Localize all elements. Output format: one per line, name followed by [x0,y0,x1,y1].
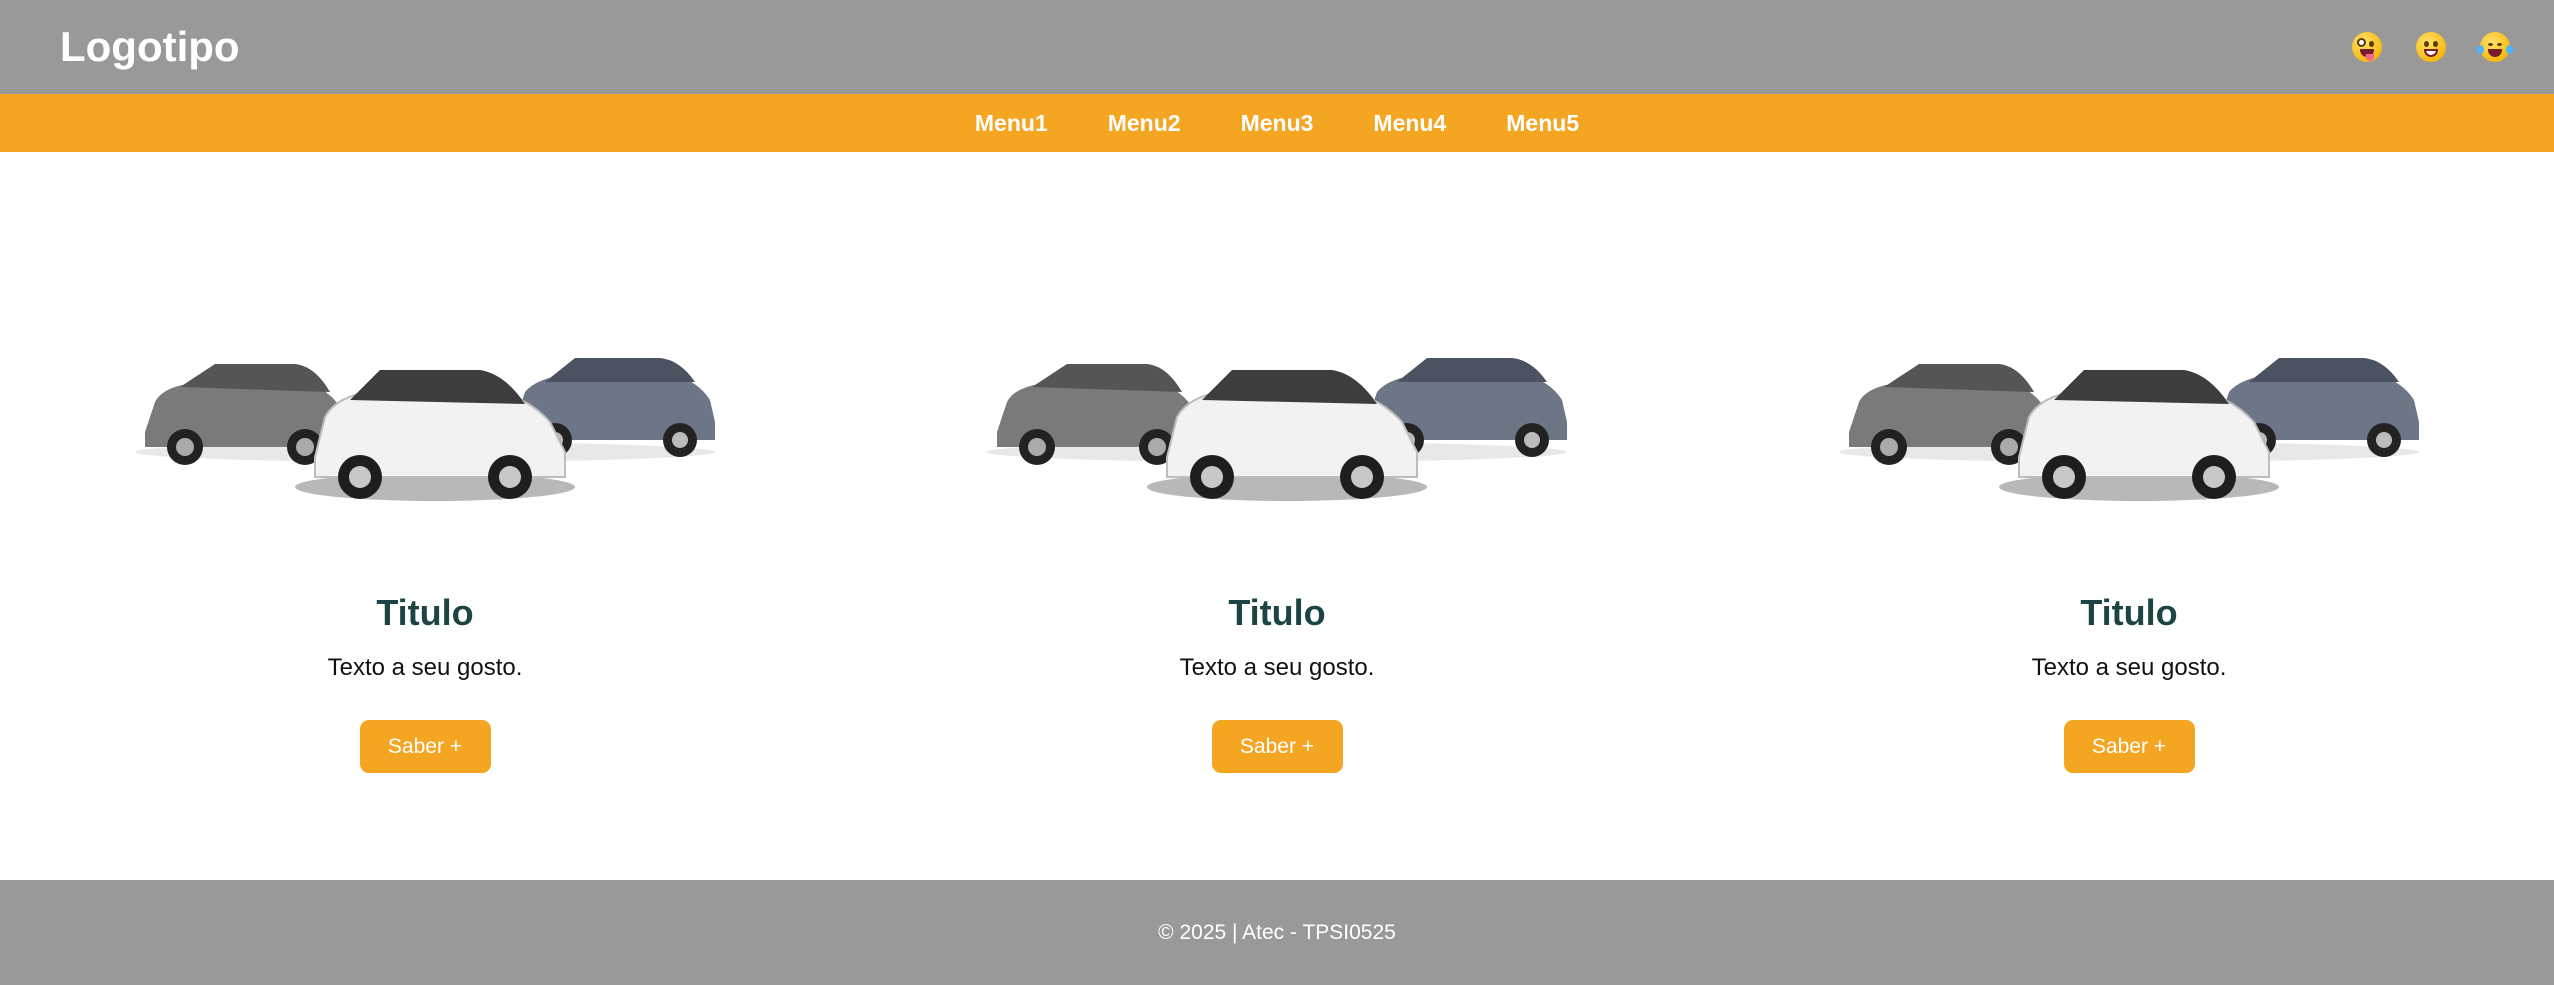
cars-image [1839,358,2419,501]
card-text: Texto a seu gosto. [2031,654,2227,681]
saber-mais-button[interactable]: Saber + [359,720,491,773]
card: Titulo Texto a seu gosto. Saber + [1764,152,2494,880]
card-title: Titulo [1228,592,1326,633]
nav-menu2[interactable]: Menu2 [1108,110,1181,137]
card-title: Titulo [376,592,474,633]
grinning-face-icon[interactable] [2416,32,2446,62]
nav-menu1[interactable]: Menu1 [975,110,1048,137]
footer-copyright: © 2025 | Atec - TPSI0525 [1158,920,1396,944]
saber-mais-button[interactable]: Saber + [1211,720,1343,773]
saber-mais-button[interactable]: Saber + [2063,720,2195,773]
card-title: Titulo [2080,592,2178,633]
cars-image [987,358,1567,501]
header: Logotipo [0,0,2554,94]
card-text: Texto a seu gosto. [1179,654,1375,681]
main-nav: Menu1 Menu2 Menu3 Menu4 Menu5 [0,94,2554,152]
tears-of-joy-face-icon[interactable] [2477,32,2513,62]
emoji-icons [2352,32,2513,62]
card-text: Texto a seu gosto. [327,654,523,681]
card: Titulo Texto a seu gosto. Saber + [60,152,790,880]
cards-section: Titulo Texto a seu gosto. Saber + Titulo… [0,152,2554,880]
card: Titulo Texto a seu gosto. Saber + [912,152,1642,880]
nav-menu5[interactable]: Menu5 [1506,110,1579,137]
nav-menu3[interactable]: Menu3 [1241,110,1314,137]
cars-image [135,358,715,501]
footer: © 2025 | Atec - TPSI0525 [0,880,2554,985]
zany-face-icon[interactable] [2352,32,2382,62]
nav-menu4[interactable]: Menu4 [1373,110,1446,137]
logo[interactable]: Logotipo [60,23,240,71]
